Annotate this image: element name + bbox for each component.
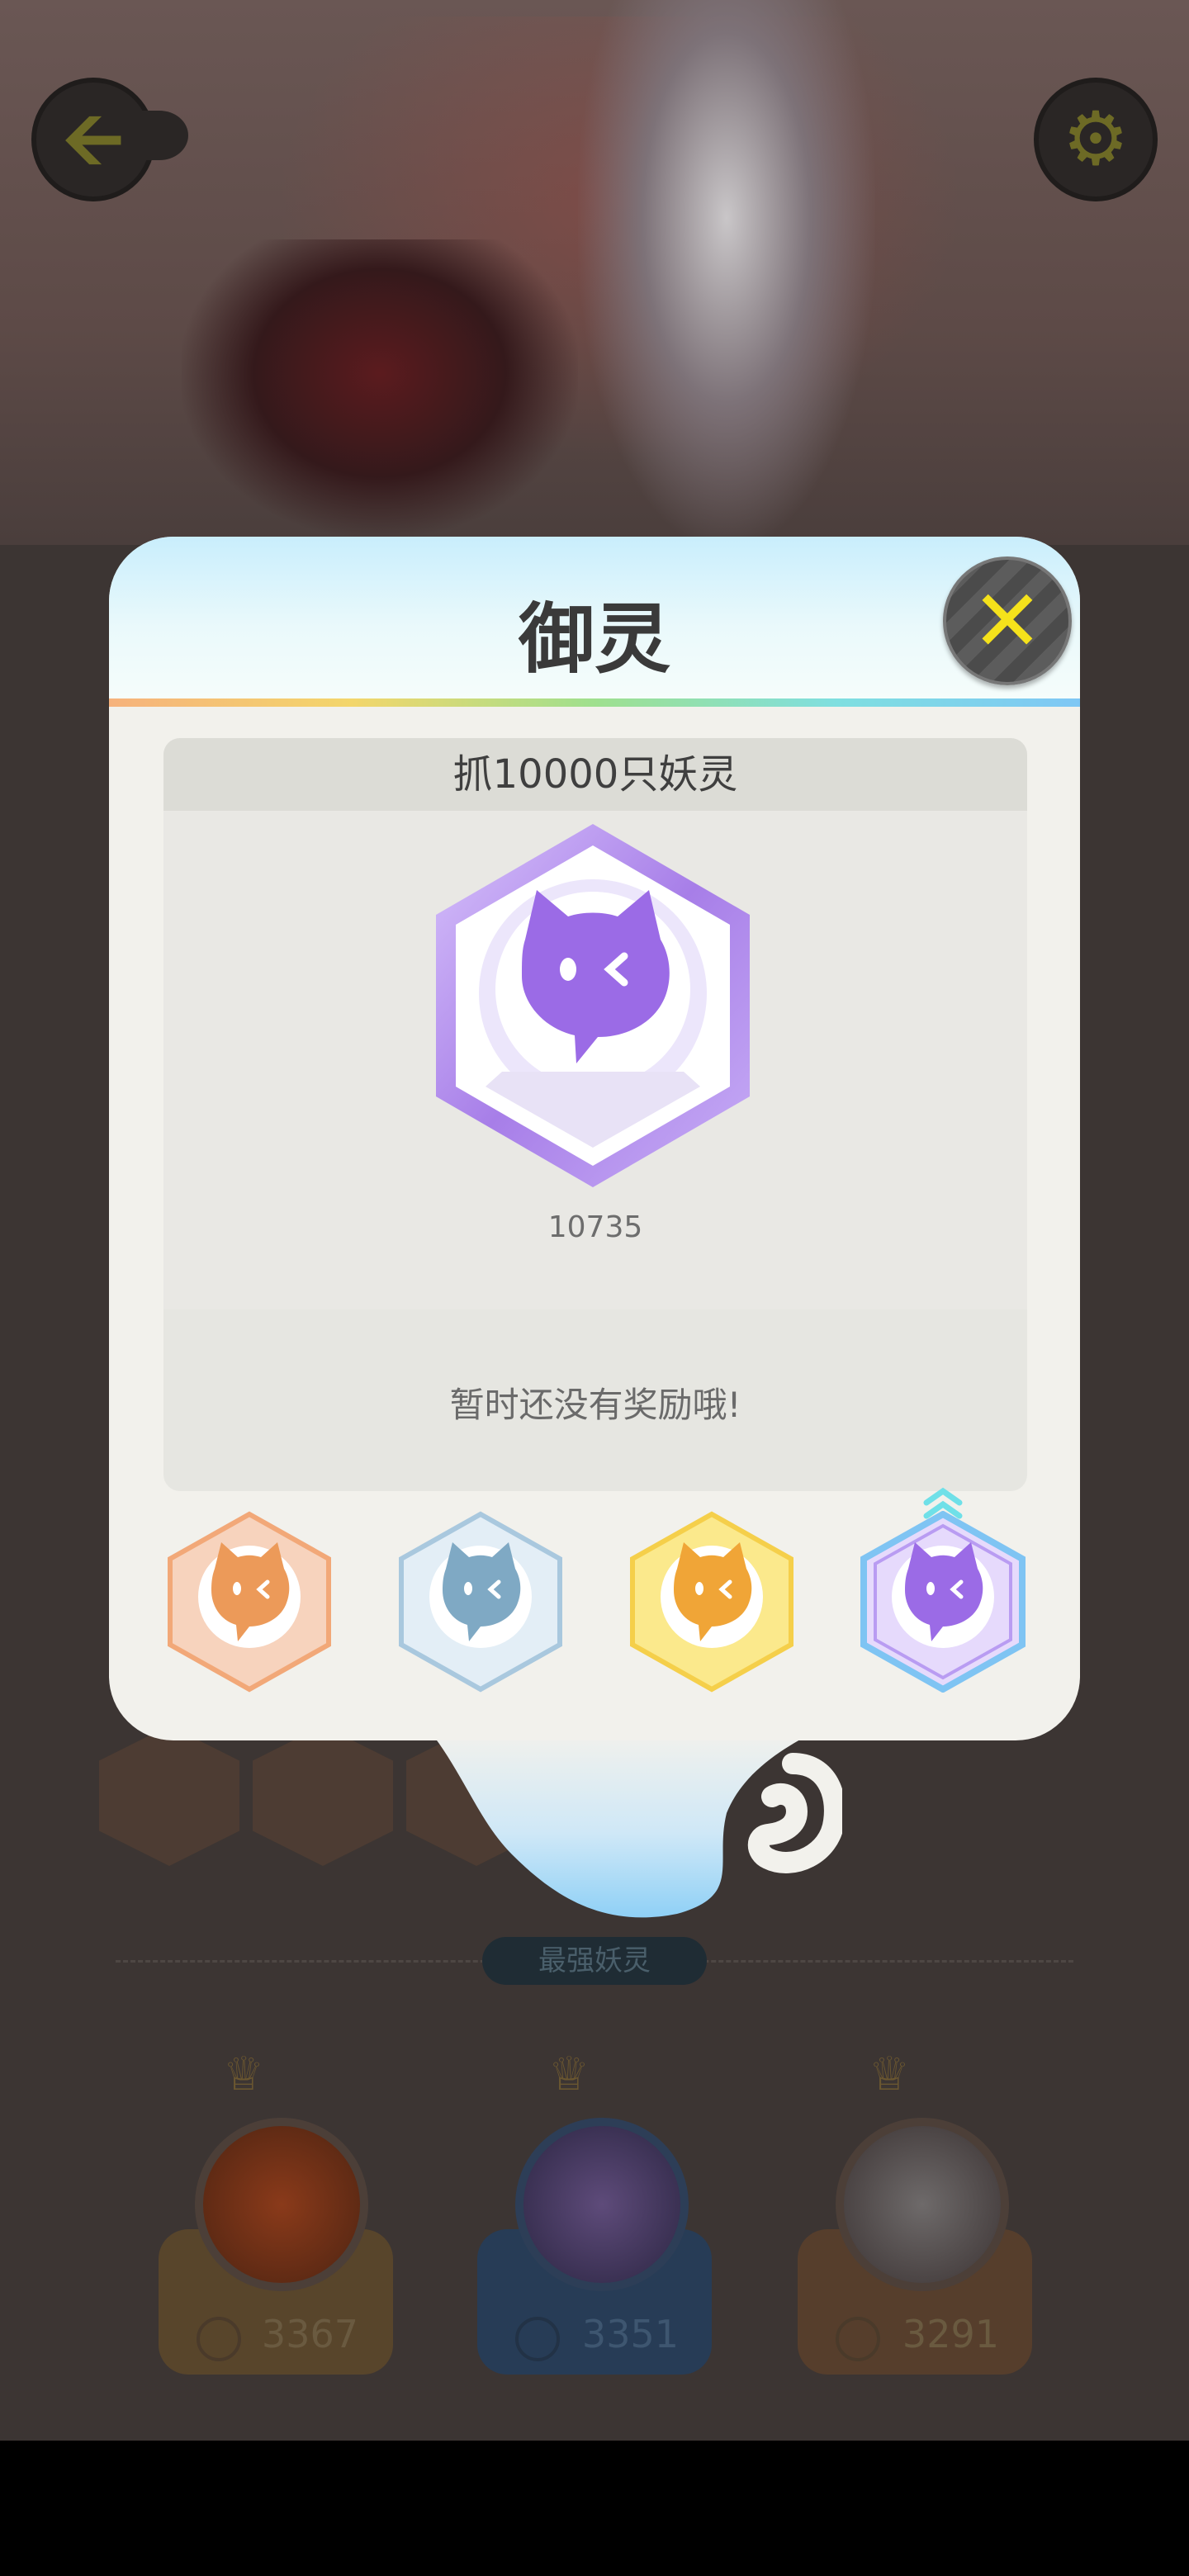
rank-score: 3367 [261,2312,358,2356]
achievement-dialog: 御灵 ✕ 抓10000只妖灵 10735 暂时还没有奖励哦! [109,537,1080,1740]
tier-badge-silver[interactable] [398,1511,563,1693]
tier-badge-bronze[interactable] [167,1511,332,1693]
back-button[interactable]: 🡨 [31,78,188,201]
character-girl [578,0,875,545]
tier-badge-gold[interactable] [629,1511,794,1693]
achievement-badge [436,824,750,1187]
reward-status: 暂时还没有奖励哦! [449,1385,741,1425]
dialog-tail [429,1731,842,1918]
crown-icon: ♕ [548,2048,590,2101]
crown-icon: ♕ [223,2048,265,2101]
avatar [836,2118,1009,2291]
arrow-left-icon: 🡨 [63,96,124,182]
avatar [515,2118,689,2291]
tier-badge-purple[interactable] [860,1511,1026,1693]
character-red-warrior [182,239,578,537]
achievement-panel: 抓10000只妖灵 10735 暂时还没有奖励哦! [163,738,1027,1491]
ghost-badge [99,1726,239,1866]
header-divider [109,698,1080,707]
system-bottom-bar [0,2441,1189,2576]
crown-icon: ♕ [869,2048,911,2101]
close-x-icon: ✕ [971,571,1044,671]
ghost-badge [253,1726,393,1866]
settings-button[interactable]: ⚙ [1034,78,1158,201]
catch-count: 10735 [547,1210,643,1244]
achievement-title: 抓10000只妖灵 [452,751,738,798]
section-title: 最强妖灵 [482,1937,707,1985]
gear-icon: ⚙ [1062,96,1130,182]
rank-score: 3351 [581,2312,679,2356]
avatar [195,2118,368,2291]
dialog-title: 御灵 [518,595,670,684]
close-button[interactable]: ✕ [943,556,1072,685]
rank-score: 3291 [902,2312,999,2356]
